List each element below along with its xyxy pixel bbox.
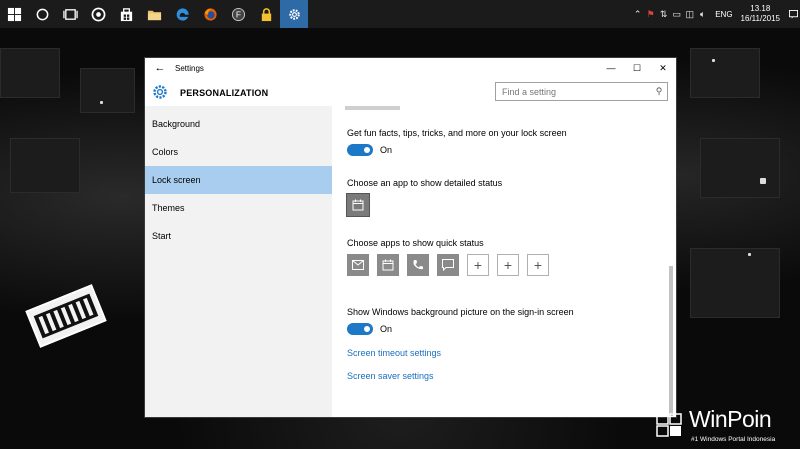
quick-status-add-button[interactable]: +: [467, 254, 489, 276]
card-key-icon: [25, 283, 107, 349]
sidebar: Background Colors Lock screen Themes Sta…: [145, 106, 332, 417]
scrollbar[interactable]: [668, 106, 674, 417]
lock-icon[interactable]: [252, 0, 280, 28]
settings-icon[interactable]: [280, 0, 308, 28]
scrollbar-thumb[interactable]: [669, 266, 673, 416]
winpoin-logo-icon: [656, 413, 682, 437]
edge-icon[interactable]: [168, 0, 196, 28]
volume-icon[interactable]: 🔈︎: [696, 9, 709, 20]
search-icon[interactable]: ⚲: [651, 86, 667, 97]
keyboard-key-decor: [700, 138, 780, 198]
signin-background-toggle[interactable]: [347, 323, 373, 335]
settings-window: ← Settings — ☐ ✕ PERSONALIZATION ⚲ Backg…: [145, 58, 676, 417]
page-title: PERSONALIZATION: [180, 88, 269, 98]
message-icon: [442, 259, 454, 271]
task-view-icon[interactable]: [56, 0, 84, 28]
mail-icon: [352, 260, 364, 270]
firefox-icon[interactable]: [196, 0, 224, 28]
keyboard-key-decor: [10, 138, 80, 193]
quick-status-mail-button[interactable]: [347, 254, 369, 276]
quick-status-add-button[interactable]: +: [527, 254, 549, 276]
close-button[interactable]: ✕: [650, 58, 676, 78]
window-title: Settings: [175, 63, 204, 73]
clock-time: 13.18: [750, 4, 771, 13]
sidebar-item-colors[interactable]: Colors: [145, 138, 332, 166]
search-icon[interactable]: [28, 0, 56, 28]
sidebar-item-background[interactable]: Background: [145, 110, 332, 138]
screen-saver-link[interactable]: Screen saver settings: [347, 371, 434, 381]
key-legend-decor: [712, 59, 715, 62]
sidebar-item-start[interactable]: Start: [145, 222, 332, 250]
fun-facts-toggle[interactable]: [347, 144, 373, 156]
signin-background-label: Show Windows background picture on the s…: [347, 307, 574, 317]
keyboard-key-decor: [690, 248, 780, 318]
watermark-brand: WinPoin: [689, 406, 772, 432]
language-indicator[interactable]: ENG: [715, 10, 732, 19]
title-bar: ← Settings — ☐ ✕: [145, 58, 676, 78]
quick-status-message-button[interactable]: [437, 254, 459, 276]
search-input[interactable]: [502, 86, 651, 97]
file-explorer-icon[interactable]: [140, 0, 168, 28]
notification-flag-icon[interactable]: ⚑: [644, 9, 657, 20]
plus-icon: +: [473, 257, 483, 273]
action-center-icon[interactable]: [786, 0, 800, 28]
key-legend-decor: [760, 178, 766, 184]
calendar-icon: [352, 199, 364, 211]
store-icon[interactable]: [112, 0, 140, 28]
search-box[interactable]: ⚲: [495, 82, 668, 101]
quick-status-label: Choose apps to show quick status: [347, 238, 484, 248]
network-icon[interactable]: ◫: [683, 9, 696, 20]
sidebar-item-lock-screen[interactable]: Lock screen: [145, 166, 332, 194]
partial-button[interactable]: [345, 106, 400, 110]
detailed-status-label: Choose an app to show detailed status: [347, 178, 503, 188]
clock[interactable]: 13.18 16/11/2015: [741, 4, 780, 24]
key-legend-decor: [100, 101, 103, 104]
svg-text:F: F: [235, 9, 240, 19]
quick-status-calendar-button[interactable]: [377, 254, 399, 276]
watermark: WinPoin #1 Windows Portal Indonesia: [655, 406, 800, 449]
minimize-button[interactable]: —: [598, 58, 624, 78]
plus-icon: +: [503, 257, 513, 273]
back-arrow-icon[interactable]: ←: [145, 58, 175, 78]
groove-icon[interactable]: [84, 0, 112, 28]
gear-icon: [153, 85, 167, 99]
start-icon[interactable]: [0, 0, 28, 28]
quick-status-add-button[interactable]: +: [497, 254, 519, 276]
keyboard-key-decor: [80, 68, 135, 113]
watermark-tagline: #1 Windows Portal Indonesia: [691, 436, 776, 443]
signin-background-state: On: [380, 324, 393, 334]
sidebar-item-themes[interactable]: Themes: [145, 194, 332, 222]
key-legend-decor: [748, 253, 751, 256]
quick-status-phone-button[interactable]: [407, 254, 429, 276]
fun-facts-state: On: [380, 145, 393, 155]
keyboard-key-decor: [690, 48, 760, 98]
clock-date: 16/11/2015: [740, 14, 780, 23]
app-f-icon[interactable]: F: [224, 0, 252, 28]
fun-facts-label: Get fun facts, tips, tricks, and more on…: [347, 128, 567, 138]
taskbar: F ⌃ ⚑ ⇅ ▭ ◫ 🔈︎ ENG 13.18 16/11/2015: [0, 0, 800, 28]
detailed-status-app-button[interactable]: [346, 193, 370, 217]
system-tray: ⌃ ⚑ ⇅ ▭ ◫ 🔈︎ ENG 13.18 16/11/2015: [631, 0, 800, 28]
plus-icon: +: [533, 257, 543, 273]
maximize-button[interactable]: ☐: [624, 58, 650, 78]
calendar-icon: [382, 259, 394, 271]
content-pane: Get fun facts, tips, tricks, and more on…: [332, 106, 676, 417]
battery-icon[interactable]: ▭: [670, 9, 683, 20]
screen-timeout-link[interactable]: Screen timeout settings: [347, 348, 441, 358]
chevron-up-icon[interactable]: ⌃: [631, 9, 644, 20]
phone-icon: [413, 260, 423, 270]
keyboard-key-decor: [0, 48, 60, 98]
arrows-icon[interactable]: ⇅: [657, 9, 670, 20]
